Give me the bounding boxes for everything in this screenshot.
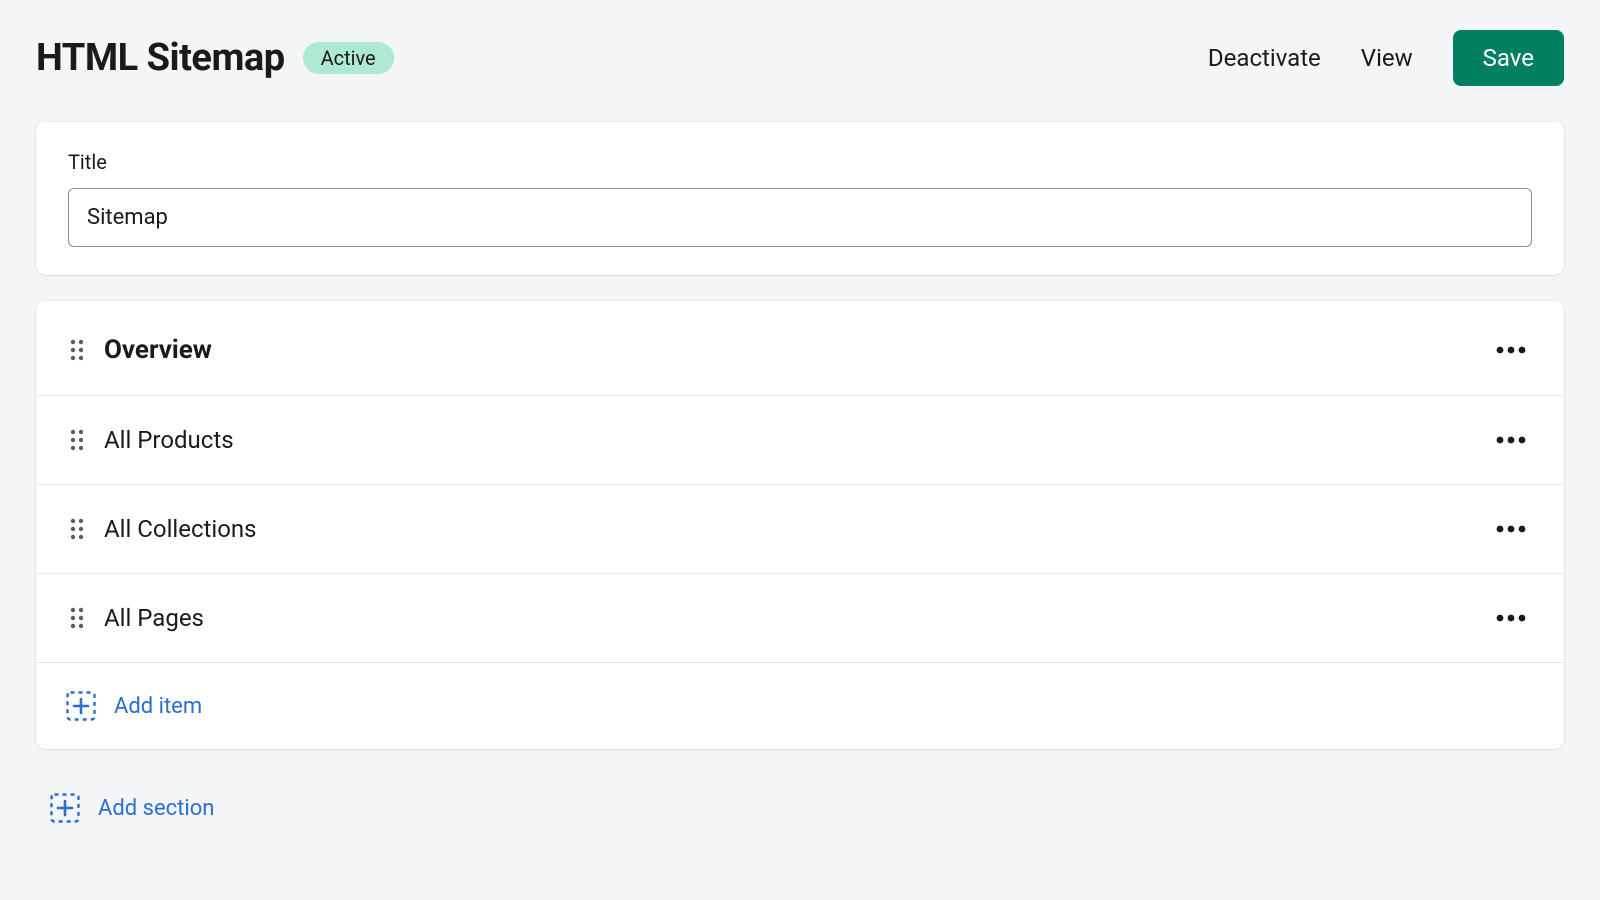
section-item: All Collections bbox=[36, 485, 1564, 574]
page-header: HTML Sitemap Active Deactivate View Save bbox=[36, 30, 1564, 86]
drag-handle-icon[interactable] bbox=[70, 518, 84, 540]
section-item-label: All Products bbox=[104, 426, 1492, 454]
add-item-label: Add item bbox=[114, 694, 202, 719]
section-item: All Pages bbox=[36, 574, 1564, 663]
more-icon bbox=[1496, 525, 1526, 533]
drag-handle-icon[interactable] bbox=[70, 339, 84, 361]
section-overview: Overview bbox=[36, 301, 1564, 396]
view-button[interactable]: View bbox=[1361, 44, 1413, 72]
section-title-overview: Overview bbox=[104, 335, 1492, 365]
page-title: HTML Sitemap bbox=[36, 36, 285, 80]
more-button[interactable] bbox=[1492, 342, 1530, 358]
more-button[interactable] bbox=[1492, 610, 1530, 626]
save-button[interactable]: Save bbox=[1453, 30, 1564, 86]
add-dashed-plus-icon bbox=[50, 793, 80, 823]
more-button[interactable] bbox=[1492, 432, 1530, 448]
section-item: All Products bbox=[36, 396, 1564, 485]
title-input[interactable] bbox=[68, 188, 1532, 247]
status-badge: Active bbox=[303, 42, 394, 74]
more-icon bbox=[1496, 436, 1526, 444]
section-item-label: All Pages bbox=[104, 604, 1492, 632]
header-left: HTML Sitemap Active bbox=[36, 36, 394, 80]
more-button[interactable] bbox=[1492, 521, 1530, 537]
title-label: Title bbox=[68, 150, 1532, 174]
drag-handle-icon[interactable] bbox=[70, 429, 84, 451]
add-dashed-plus-icon bbox=[66, 691, 96, 721]
deactivate-button[interactable]: Deactivate bbox=[1208, 44, 1321, 72]
drag-handle-icon[interactable] bbox=[70, 607, 84, 629]
add-section-label: Add section bbox=[98, 796, 214, 821]
sections-card: Overview All Products All Collections Al… bbox=[36, 301, 1564, 749]
section-item-label: All Collections bbox=[104, 515, 1492, 543]
title-card: Title bbox=[36, 122, 1564, 275]
add-section-button[interactable]: Add section bbox=[36, 775, 1564, 823]
more-icon bbox=[1496, 346, 1526, 354]
more-icon bbox=[1496, 614, 1526, 622]
header-actions: Deactivate View Save bbox=[1208, 30, 1564, 86]
add-item-button[interactable]: Add item bbox=[36, 663, 1564, 749]
